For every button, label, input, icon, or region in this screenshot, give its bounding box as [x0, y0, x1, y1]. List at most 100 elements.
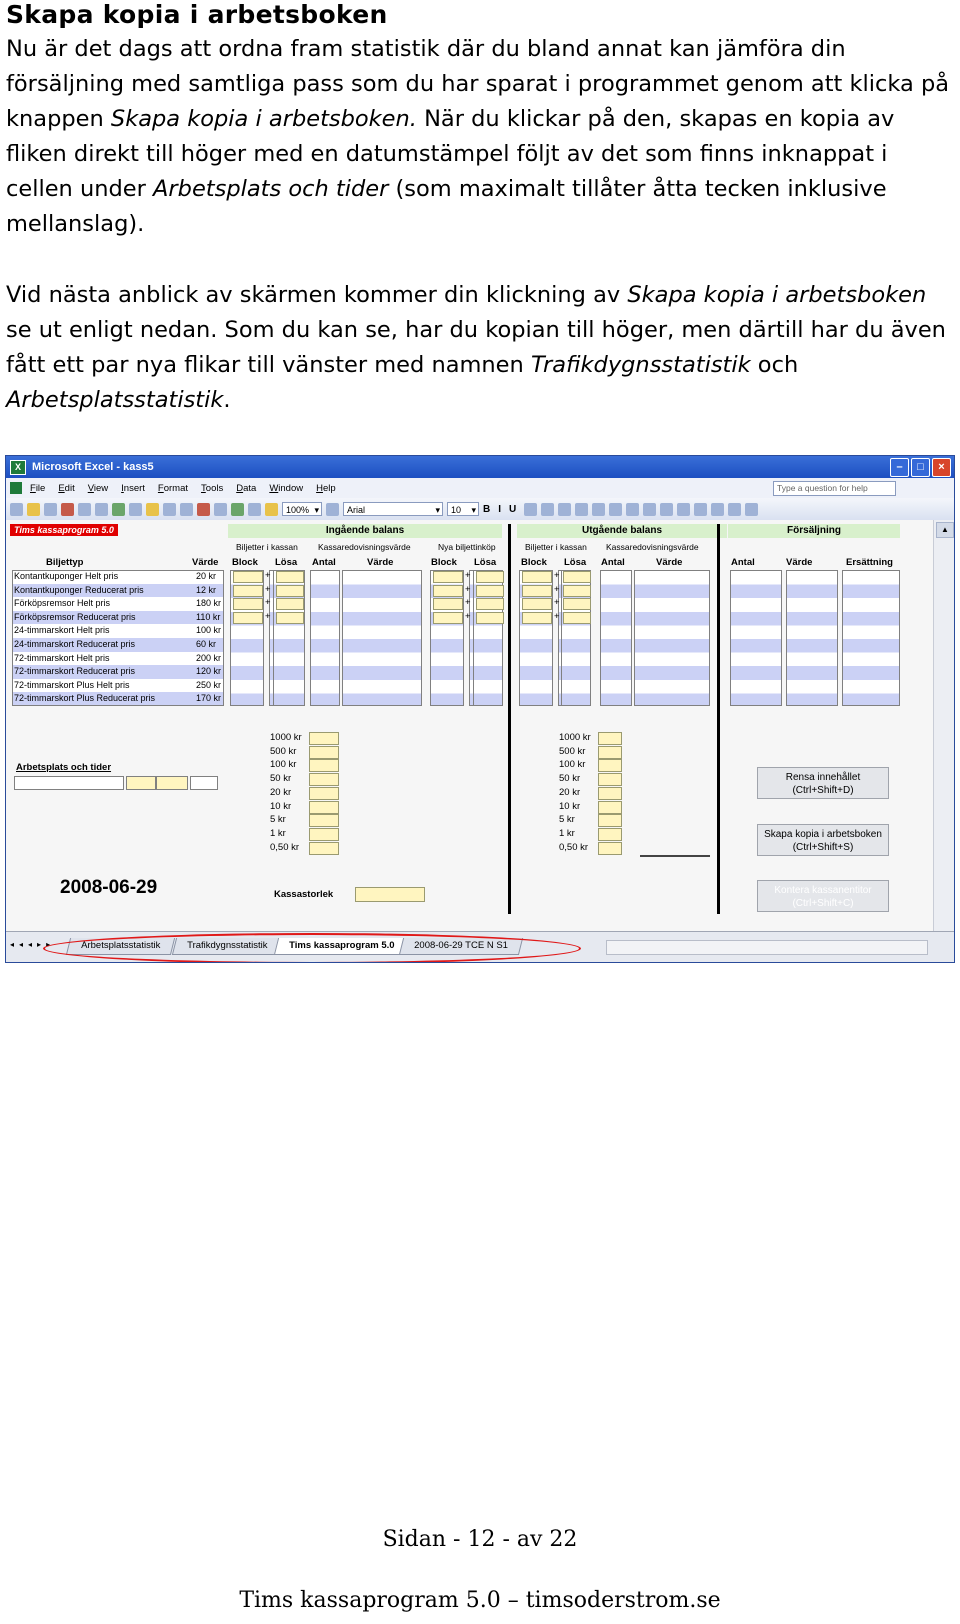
- toolbar-icon[interactable]: [643, 502, 657, 516]
- utg-cash-input-cell[interactable]: [598, 786, 622, 800]
- time-input-3[interactable]: [190, 776, 218, 790]
- toolbar-icon[interactable]: [558, 502, 572, 516]
- menu-item-tools[interactable]: Tools: [201, 483, 223, 494]
- cash-input-cell[interactable]: [309, 814, 339, 828]
- toolbar-icon[interactable]: [626, 502, 640, 516]
- toolbar-icon[interactable]: [197, 502, 210, 516]
- toolbar-icon[interactable]: [146, 502, 159, 516]
- input-cell[interactable]: [522, 598, 552, 611]
- format-u-icon[interactable]: U: [509, 504, 516, 515]
- arbetsplats-input[interactable]: [14, 776, 124, 790]
- spreadsheet-area[interactable]: Tims kassaprogram 5.0 Ingående balans Utgå…: [6, 520, 934, 934]
- data-column[interactable]: [730, 570, 782, 706]
- input-cell[interactable]: [433, 598, 463, 611]
- input-cell[interactable]: [276, 571, 304, 583]
- kontera-button[interactable]: Kontera kassanentitor (Ctrl+Shift+C): [757, 880, 889, 912]
- utg-cash-input-cell[interactable]: [598, 841, 622, 855]
- utg-cash-input-cell[interactable]: [598, 773, 622, 787]
- input-cell[interactable]: [233, 598, 263, 611]
- toolbar-icon[interactable]: [711, 502, 725, 516]
- input-cell[interactable]: [233, 571, 263, 583]
- horizontal-scrollbar[interactable]: [606, 940, 928, 955]
- utg-cash-input-cell[interactable]: [598, 814, 622, 828]
- input-cell[interactable]: [276, 611, 304, 624]
- menu-item-view[interactable]: View: [88, 483, 108, 494]
- cash-input-cell[interactable]: [309, 800, 339, 814]
- input-cell[interactable]: [433, 571, 463, 583]
- input-cell[interactable]: [522, 571, 552, 583]
- input-cell[interactable]: [233, 584, 263, 597]
- toolbar-icon[interactable]: [231, 502, 244, 516]
- toolbar-icon[interactable]: [541, 502, 555, 516]
- menu-item-edit[interactable]: Edit: [58, 483, 74, 494]
- toolbar-icon[interactable]: [27, 502, 40, 516]
- input-cell[interactable]: [476, 584, 504, 597]
- cash-input-cell[interactable]: [309, 827, 339, 841]
- utg-cash-input-cell[interactable]: [598, 732, 622, 745]
- menu-item-data[interactable]: Data: [236, 483, 256, 494]
- input-cell[interactable]: [563, 571, 591, 583]
- input-cell[interactable]: [476, 611, 504, 624]
- toolbar-icon[interactable]: [677, 502, 691, 516]
- input-cell[interactable]: [276, 584, 304, 597]
- font-size-select[interactable]: 10: [447, 502, 479, 517]
- toolbar-icon[interactable]: [265, 502, 278, 516]
- toolbar-icon[interactable]: [745, 502, 759, 516]
- toolbar-icon[interactable]: [609, 502, 623, 516]
- menu-item-file[interactable]: File: [30, 483, 45, 494]
- toolbar-icon[interactable]: [575, 502, 589, 516]
- time-input-1[interactable]: [126, 776, 156, 790]
- minimize-icon[interactable]: –: [890, 458, 909, 477]
- toolbar-icon[interactable]: [248, 502, 261, 516]
- input-cell[interactable]: [522, 584, 552, 597]
- cash-input-cell[interactable]: [309, 786, 339, 800]
- utg-cash-input-cell[interactable]: [598, 759, 622, 773]
- toolbar-icon[interactable]: [163, 502, 176, 516]
- data-column[interactable]: [310, 570, 340, 706]
- input-cell[interactable]: [563, 584, 591, 597]
- toolbar-icon[interactable]: [10, 502, 23, 516]
- cash-input-cell[interactable]: [309, 732, 339, 745]
- menu-item-format[interactable]: Format: [158, 483, 188, 494]
- kassastorlek-input[interactable]: [355, 887, 425, 902]
- utg-cash-input-cell[interactable]: [598, 827, 622, 841]
- toolbar-icon[interactable]: [129, 502, 142, 516]
- rensa-innehallet-button[interactable]: Rensa innehållet (Ctrl+Shift+D): [757, 767, 889, 799]
- toolbar-icon[interactable]: [592, 502, 606, 516]
- menu-item-window[interactable]: Window: [269, 483, 303, 494]
- toolbar-icon[interactable]: [78, 502, 91, 516]
- input-cell[interactable]: [276, 598, 304, 611]
- cash-input-cell[interactable]: [309, 759, 339, 773]
- input-cell[interactable]: [563, 611, 591, 624]
- zoom-select[interactable]: 100%: [282, 502, 322, 517]
- font-select[interactable]: Arial: [343, 502, 443, 517]
- input-cell[interactable]: [433, 584, 463, 597]
- toolbar-icon[interactable]: [95, 502, 108, 516]
- toolbar-icon[interactable]: [61, 502, 74, 516]
- input-cell[interactable]: [476, 571, 504, 583]
- format-i-icon[interactable]: I: [498, 504, 501, 515]
- input-cell[interactable]: [233, 611, 263, 624]
- vertical-scrollbar[interactable]: ▲: [933, 520, 954, 934]
- toolbar-icon[interactable]: [44, 502, 57, 516]
- scroll-up-icon[interactable]: ▲: [936, 522, 954, 538]
- cash-input-cell[interactable]: [309, 745, 339, 759]
- toolbar-icon[interactable]: [694, 502, 708, 516]
- data-column[interactable]: [634, 570, 710, 706]
- utg-cash-input-cell[interactable]: [598, 745, 622, 759]
- data-column[interactable]: [342, 570, 422, 706]
- toolbar-icon[interactable]: [524, 502, 538, 516]
- toolbar-icon[interactable]: [326, 502, 339, 516]
- input-cell[interactable]: [522, 611, 552, 624]
- data-column[interactable]: [786, 570, 838, 706]
- format-b-icon[interactable]: B: [483, 504, 490, 515]
- toolbar-icon[interactable]: [180, 502, 193, 516]
- cash-input-cell[interactable]: [309, 841, 339, 855]
- menu-item-insert[interactable]: Insert: [121, 483, 145, 494]
- input-cell[interactable]: [476, 598, 504, 611]
- data-column[interactable]: [600, 570, 632, 706]
- toolbar-icon[interactable]: [214, 502, 227, 516]
- help-search-input[interactable]: Type a question for help: [773, 481, 896, 496]
- time-input-2[interactable]: [156, 776, 188, 790]
- maximize-icon[interactable]: □: [911, 458, 930, 477]
